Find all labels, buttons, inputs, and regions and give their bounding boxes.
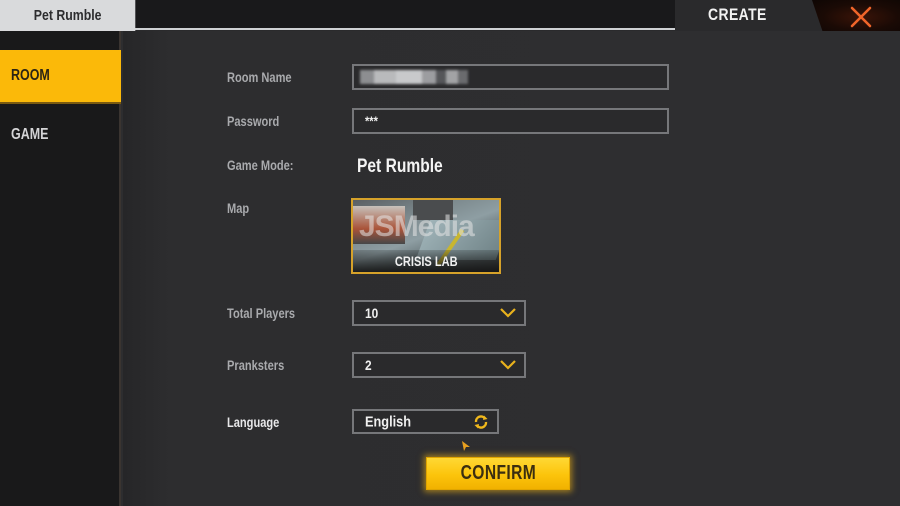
sidebar-item-label: GAME: [11, 126, 49, 143]
password-label: Password: [227, 114, 280, 129]
close-button[interactable]: [812, 0, 900, 34]
game-mode-tab-label: Pet Rumble: [33, 7, 102, 24]
chevron-down-icon: [500, 308, 516, 318]
top-bar-strip: [135, 0, 675, 30]
confirm-button-label: CONFIRM: [460, 462, 536, 484]
game-mode-value: Pet Rumble: [357, 156, 443, 177]
sync-icon[interactable]: [473, 414, 489, 430]
room-name-value-pixelated: [360, 70, 468, 84]
total-players-value: 10: [365, 305, 379, 321]
mouse-cursor-icon: [462, 441, 470, 451]
password-input[interactable]: ***: [352, 108, 669, 134]
language-selector[interactable]: English: [352, 409, 499, 434]
room-name-label: Room Name: [227, 70, 292, 85]
room-settings-panel: [123, 31, 900, 506]
pranksters-select[interactable]: 2: [352, 352, 526, 378]
pranksters-label: Pranksters: [227, 358, 285, 373]
map-caption: CRISIS LAB: [353, 250, 499, 272]
total-players-label: Total Players: [227, 306, 296, 321]
map-label: Map: [227, 201, 250, 216]
language-label: Language: [227, 415, 280, 430]
total-players-select[interactable]: 10: [352, 300, 526, 326]
game-mode-label: Game Mode:: [227, 158, 294, 173]
game-mode-tab[interactable]: Pet Rumble: [0, 0, 136, 31]
sidebar-item-room[interactable]: ROOM: [0, 50, 121, 104]
confirm-button[interactable]: CONFIRM: [426, 457, 570, 490]
room-name-input[interactable]: [352, 64, 669, 90]
sidebar-item-game[interactable]: GAME: [0, 108, 121, 162]
sidebar: ROOM GAME: [0, 31, 121, 506]
chevron-down-icon: [500, 360, 516, 370]
watermark: JSMedia: [359, 210, 475, 243]
map-thumbnail[interactable]: JSMedia CRISIS LAB: [351, 198, 501, 274]
pranksters-value: 2: [365, 357, 372, 373]
page-title: CREATE: [708, 5, 767, 24]
map-name: CRISIS LAB: [394, 253, 458, 269]
language-value: English: [365, 413, 412, 430]
password-value: ***: [365, 113, 378, 129]
close-x-icon: [850, 6, 872, 28]
sidebar-item-label: ROOM: [11, 67, 50, 84]
